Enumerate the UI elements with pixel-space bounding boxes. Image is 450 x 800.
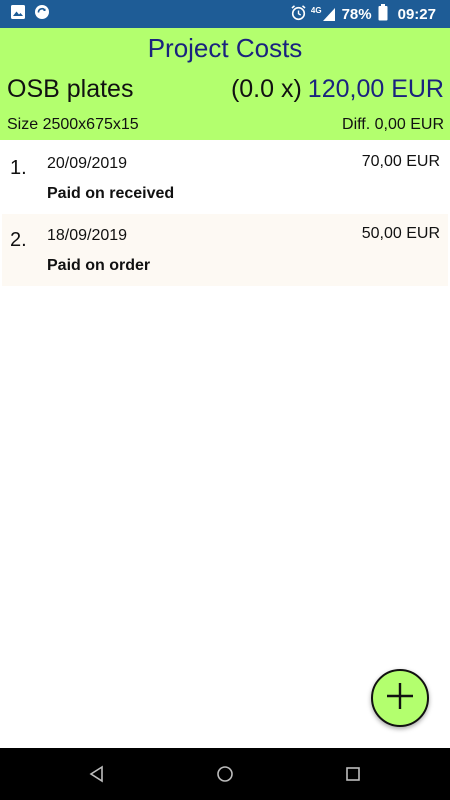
signal-4g-icon: 4G [310,5,336,22]
payment-row[interactable]: 2. 18/09/2019 Paid on order 50,00 EUR [2,214,448,286]
page-title: Project Costs [147,33,303,63]
payment-list: 1. 20/09/2019 Paid on received 70,00 EUR… [2,142,448,286]
payment-amount: 70,00 EUR [361,153,440,170]
image-icon [10,4,26,24]
alarm-icon [290,4,307,25]
payment-date: 20/09/2019 [47,155,128,172]
battery-percentage: 78% [341,5,372,23]
payment-date: 18/09/2019 [47,227,128,244]
payment-row[interactable]: 1. 20/09/2019 Paid on received 70,00 EUR [2,142,448,214]
status-time: 09:27 [397,5,436,23]
battery-icon [378,3,388,25]
item-total: 120,00 EUR [307,75,444,103]
item-name: OSB plates [7,75,134,103]
cost-item-header: Project Costs OSB plates (0.0 x) 120,00 … [0,28,450,140]
payment-number: 1. [10,157,27,179]
payment-status: Paid on order [47,257,151,274]
payment-amount: 50,00 EUR [361,225,440,242]
back-icon[interactable] [85,762,109,786]
home-icon[interactable] [213,762,237,786]
item-quantity: (0.0 x) [230,75,302,103]
item-diff: Diff. 0,00 EUR [342,116,444,133]
add-payment-button[interactable] [371,669,429,727]
status-bar: 4G 78% 09:27 [0,0,450,28]
sync-icon [34,4,50,24]
payment-number: 2. [10,229,27,251]
quantity-total: (0.0 x) 120,00 EUR [231,75,444,104]
item-size: Size 2500x675x15 [7,116,139,133]
status-right-icons: 4G 78% 09:27 [290,3,436,25]
network-type-label: 4G [310,5,322,15]
payment-status: Paid on received [47,185,175,202]
recents-icon[interactable] [341,762,365,786]
plus-icon [385,681,415,716]
navigation-bar [0,748,450,800]
status-left-icons [10,4,50,24]
